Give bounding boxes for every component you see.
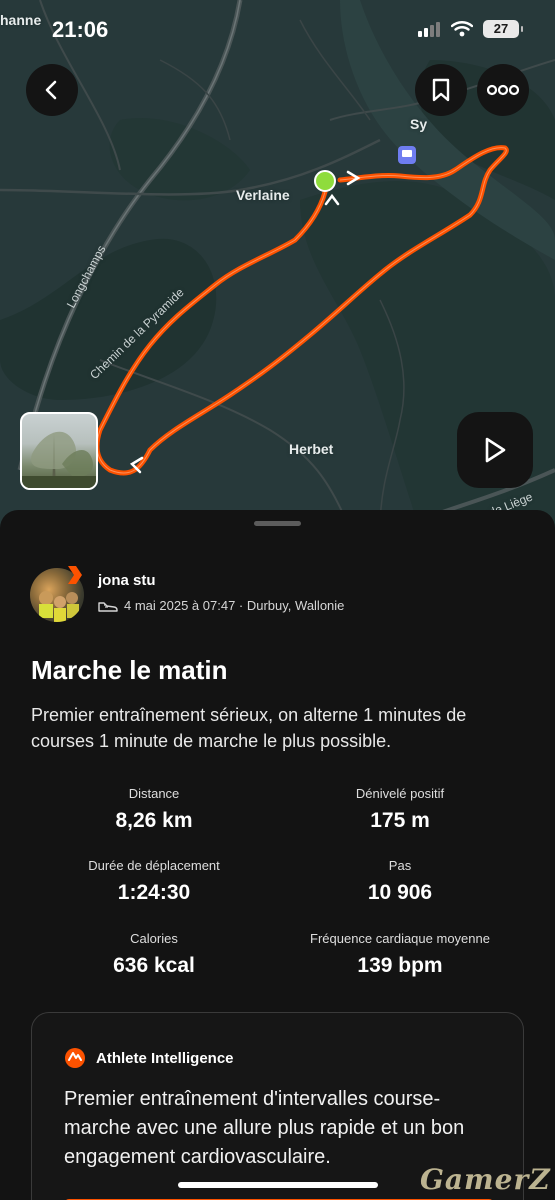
shoe-icon [98, 601, 118, 612]
cellular-signal-icon [418, 22, 440, 37]
stat-label: Distance [128, 786, 180, 801]
activity-date-location: 4 mai 2025 à 07:47 · Durbuy, Wallonie [124, 598, 345, 613]
stat-label: Dénivelé positif [355, 786, 445, 801]
activity-photo-thumbnail[interactable] [20, 412, 98, 490]
map-label-verlaine: Verlaine [236, 187, 290, 203]
watermark: GamerZ [420, 1163, 551, 1196]
stat-moving-time: Durée de déplacement 1:24:30 [29, 858, 279, 905]
stat-distance: Distance 8,26 km [29, 786, 279, 833]
status-bar: 21:06 27 [0, 0, 555, 60]
subscriber-badge-icon [68, 566, 82, 584]
activity-title: Marche le matin [31, 655, 228, 685]
activity-meta: 4 mai 2025 à 07:47 · Durbuy, Wallonie [98, 598, 344, 613]
stat-label: Fréquence cardiaque moyenne [310, 931, 490, 946]
save-route-button[interactable] [415, 64, 467, 116]
stat-value: 10 906 [367, 881, 433, 904]
status-time: 21:06 [52, 17, 109, 42]
athlete-intelligence-summary: Premier entraînement d'intervalles cours… [64, 1088, 465, 1168]
stat-value: 636 kcal [113, 954, 195, 977]
athlete-intelligence-title: Athlete Intelligence [96, 1049, 234, 1067]
athlete-name[interactable]: jona stu [98, 572, 156, 589]
stat-steps: Pas 10 906 [275, 858, 525, 905]
flyover-play-button[interactable] [457, 412, 533, 488]
photo-image [22, 431, 96, 488]
home-indicator[interactable] [178, 1182, 378, 1188]
activity-details-sheet: jona stu 4 mai 2025 à 07:47 · Durbuy, Wa… [0, 510, 555, 1200]
start-marker [314, 170, 336, 192]
stat-value: 8,26 km [115, 809, 193, 832]
map-label-sy: Sy [410, 116, 428, 132]
athlete-intelligence-icon [65, 1048, 85, 1068]
stat-label: Calories [130, 931, 178, 946]
stat-label: Pas [388, 858, 412, 873]
stat-label: Durée de déplacement [88, 858, 220, 873]
stat-avg-heart-rate: Fréquence cardiaque moyenne 139 bpm [275, 931, 525, 978]
stat-elevation-gain: Dénivelé positif 175 m [275, 786, 525, 833]
battery-indicator: 27 [483, 20, 523, 38]
more-options-button[interactable] [477, 64, 529, 116]
activity-description: Premier entraînement sérieux, on alterne… [31, 705, 467, 751]
stat-value: 1:24:30 [117, 881, 191, 904]
stat-calories: Calories 636 kcal [29, 931, 279, 978]
bookmark-icon [432, 78, 450, 102]
stat-value: 175 m [370, 809, 430, 832]
wifi-icon [451, 21, 473, 37]
map-label-herbet: Herbet [289, 441, 334, 457]
stat-value: 139 bpm [357, 954, 443, 977]
chevron-left-icon [45, 80, 57, 100]
sheet-grabber[interactable] [254, 521, 301, 526]
route-map[interactable]: hanne Sy Verlaine Herbet Longchamps Chem… [0, 0, 555, 530]
back-button[interactable] [26, 64, 78, 116]
play-icon [485, 437, 506, 463]
more-icon [487, 84, 519, 96]
